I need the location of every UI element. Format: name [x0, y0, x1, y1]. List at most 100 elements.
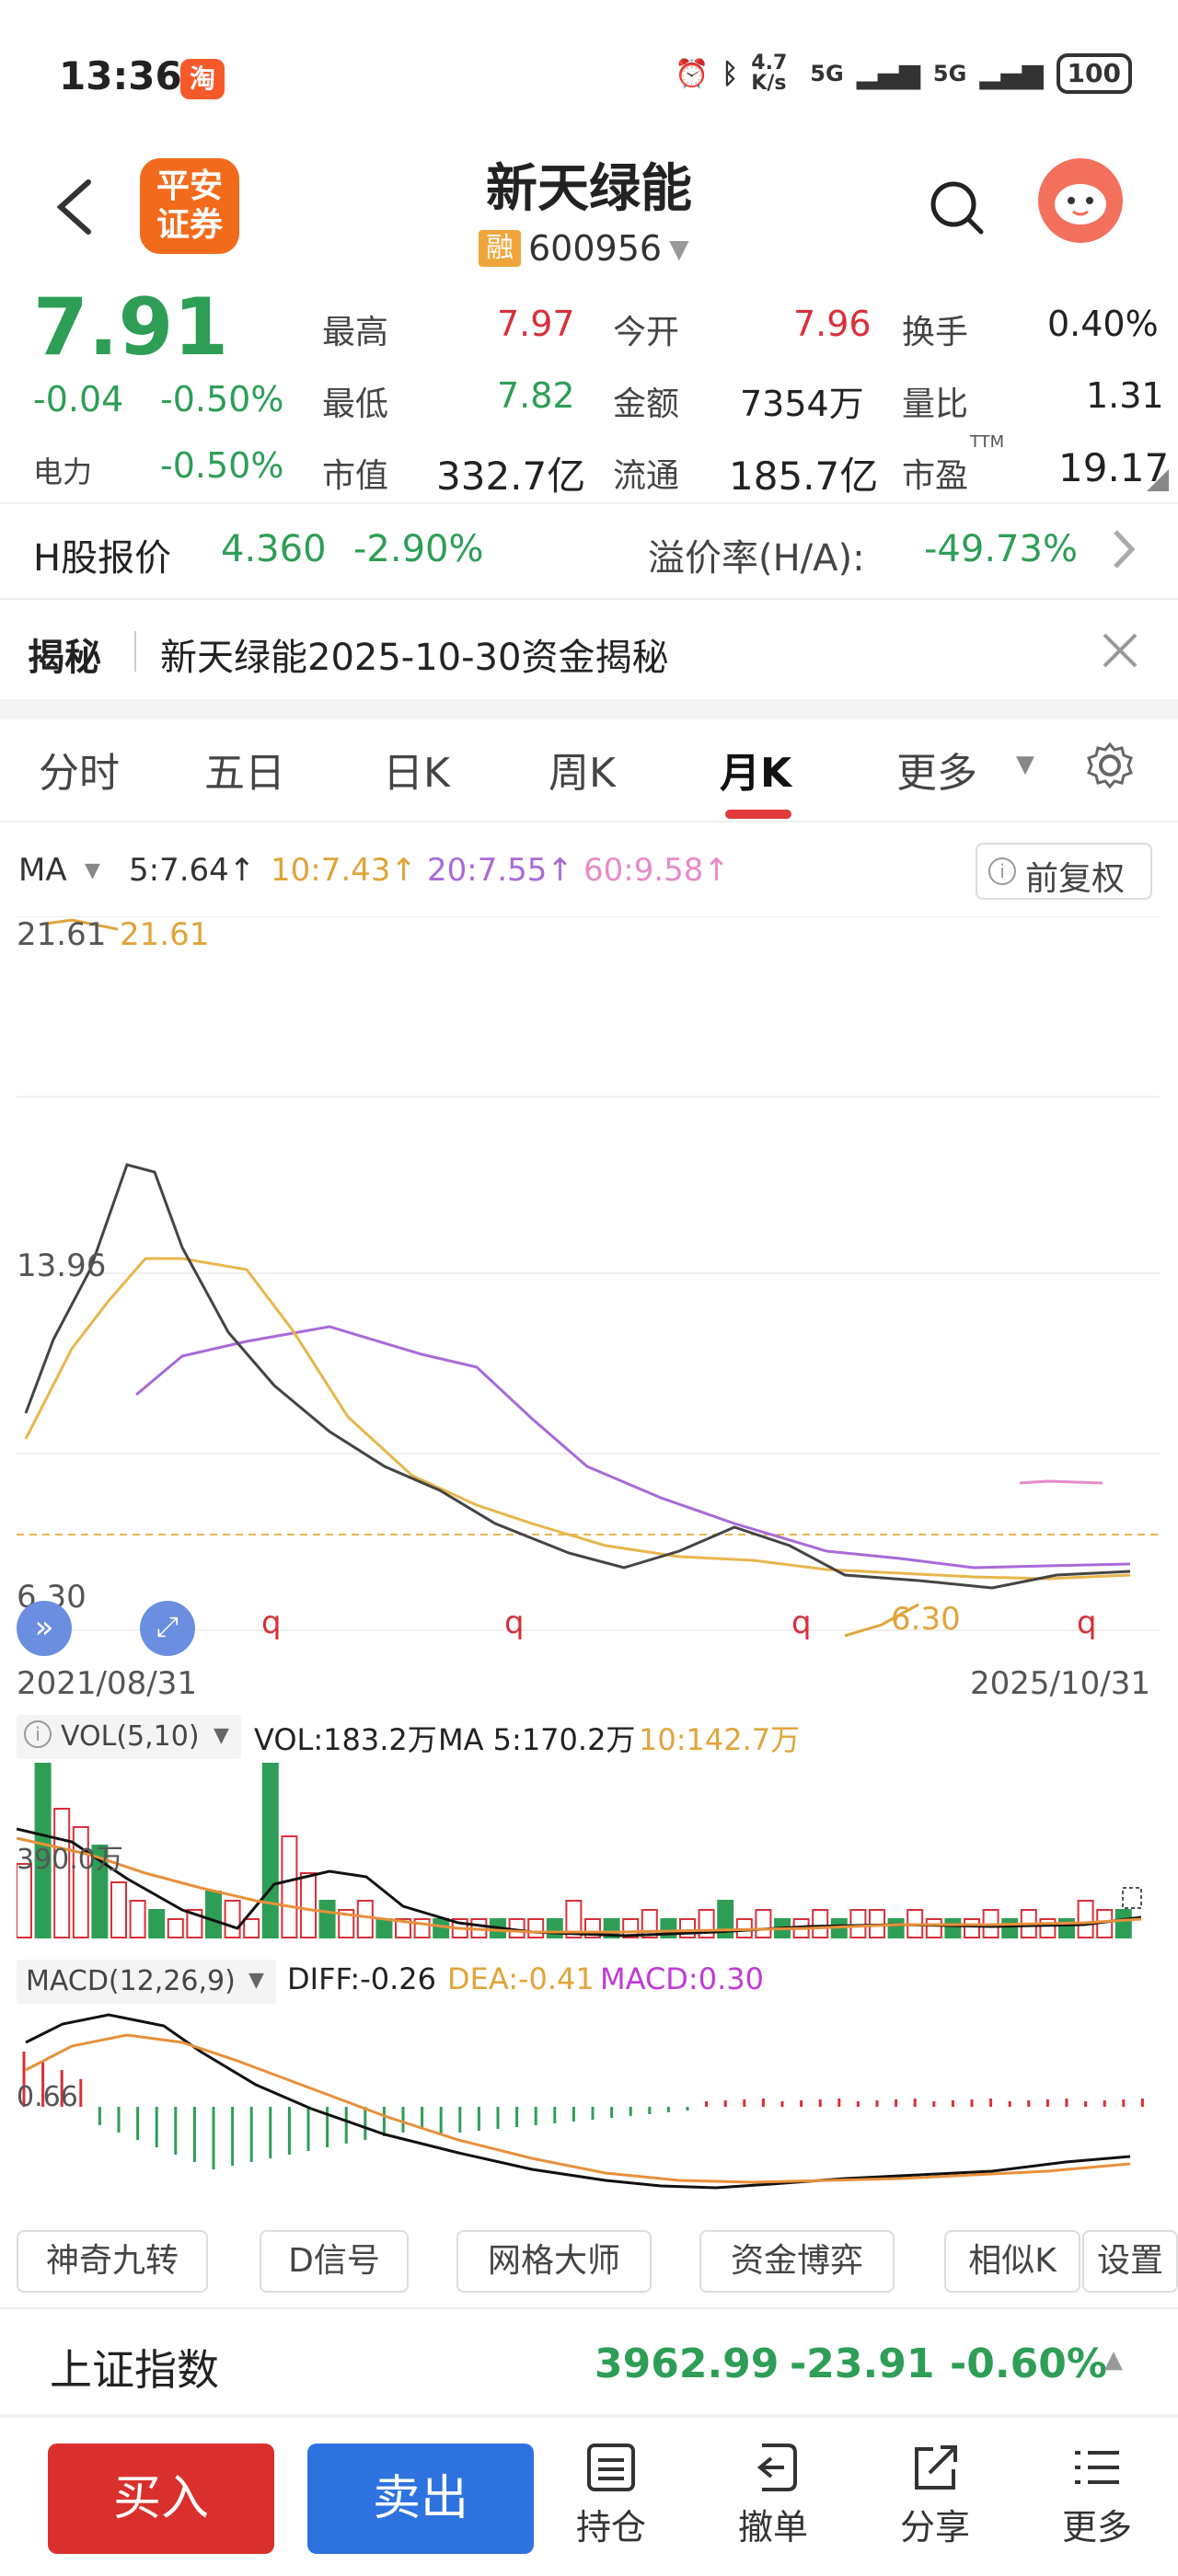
volume-bar — [224, 1900, 241, 1938]
volume-bar — [849, 1909, 867, 1938]
alarm-icon: ⏰ — [674, 57, 710, 90]
tab-more[interactable]: 更多 — [896, 740, 977, 799]
vol-ma10: 10:142.7万 — [639, 1722, 801, 1757]
tab-active-underline — [725, 810, 791, 819]
info-icon: i — [988, 857, 1016, 885]
caret-down-icon: ▼ — [85, 859, 100, 882]
vol-ratio-value: 1.31 — [1086, 375, 1164, 416]
volume-bar — [205, 1891, 222, 1938]
float-value: 185.7亿 — [729, 454, 879, 499]
chart-max-label: 21.61 — [17, 916, 107, 953]
tool-magic-nine[interactable]: 神奇九转 — [17, 2230, 208, 2293]
volume-bar — [318, 1900, 336, 1938]
tool-settings[interactable]: 设置 — [1082, 2230, 1178, 2293]
back-button[interactable] — [48, 175, 103, 239]
quarter-marker: q — [791, 1604, 812, 1641]
h-share-change: -2.90% — [353, 528, 484, 570]
more-button[interactable]: 更多 — [1042, 2442, 1152, 2549]
index-value: 3962.99 — [595, 2340, 780, 2387]
net-speed: 4.7 K/s — [751, 52, 788, 95]
volume-bar — [1039, 1918, 1057, 1938]
volume-chart[interactable] — [17, 1763, 1160, 1956]
volume-bar — [925, 1918, 942, 1938]
sell-button[interactable]: 卖出 — [307, 2444, 534, 2554]
buy-button[interactable]: 买入 — [48, 2444, 274, 2554]
caret-down-icon: ▼ — [669, 233, 689, 264]
vol-selector-label: VOL(5,10) — [61, 1720, 200, 1753]
position-button[interactable]: 持仓 — [556, 2442, 666, 2549]
ma10-value: 10:7.43↑ — [271, 852, 417, 889]
adjust-button[interactable]: i 前复权 — [976, 843, 1152, 900]
volume-bar — [755, 1909, 772, 1938]
fullscreen-button[interactable]: ⤢ — [140, 1601, 195, 1656]
h-share-label[interactable]: H股报价 — [33, 528, 171, 581]
more-label: 更多 — [1061, 2507, 1132, 2547]
amount-label: 金额 — [613, 385, 680, 423]
tab-monthly-k[interactable]: 月K — [720, 740, 791, 799]
quarter-marker: q — [1077, 1604, 1097, 1641]
caret-up-icon[interactable]: ▲ — [1104, 2346, 1123, 2374]
kline-chart[interactable] — [17, 916, 1160, 1652]
search-button[interactable] — [930, 180, 985, 236]
corner-expand-icon[interactable] — [1147, 469, 1169, 491]
tab-weekly-k[interactable]: 周K — [549, 740, 616, 799]
stock-code-row[interactable]: 融 600956 ▼ — [479, 228, 689, 269]
macd-selector[interactable]: MACD(12,26,9) ▼ — [17, 1960, 276, 2004]
sector-label[interactable]: 电力 — [33, 449, 92, 491]
tool-d-signal[interactable]: D信号 — [260, 2230, 409, 2293]
high-value: 7.97 — [497, 304, 575, 344]
vol-selector[interactable]: i VOL(5,10) ▼ — [17, 1715, 241, 1759]
chart-max-marker: 21.61 — [120, 916, 210, 953]
stock-name[interactable]: 新天绿能 — [405, 147, 773, 222]
ma5-value: 5:7.64↑ — [129, 852, 256, 889]
index-change: -23.91 — [790, 2340, 935, 2387]
ma60-value: 60:9.58↑ — [583, 852, 730, 889]
premium-label: 溢价率(H/A): — [648, 537, 865, 580]
close-icon[interactable] — [1101, 631, 1139, 670]
fullscreen-icon: ⤢ — [156, 1611, 179, 1643]
divider — [134, 631, 136, 672]
bluetooth-icon: ᛒ — [722, 57, 739, 90]
volume-bar — [964, 1918, 980, 1938]
pe-ttm: TTM — [970, 432, 1005, 452]
tool-grid-master[interactable]: 网格大师 — [456, 2230, 652, 2293]
amount-value: 7354万 — [740, 384, 864, 424]
volume-bar — [356, 1900, 374, 1938]
signal-5g-2: 5G — [932, 61, 967, 86]
h-share-price: 4.360 — [221, 528, 327, 570]
tool-fund-game[interactable]: 资金博弈 — [699, 2230, 895, 2293]
mktcap-label: 市值 — [322, 457, 389, 495]
volume-bar — [1114, 1909, 1132, 1938]
open-label: 今开 — [613, 314, 680, 351]
reveal-link[interactable]: 新天绿能2025-10-30资金揭秘 — [160, 627, 668, 681]
info-icon: i — [24, 1720, 52, 1748]
chart-mid-label: 13.96 — [17, 1248, 107, 1284]
tab-five-day[interactable]: 五日 — [204, 740, 285, 799]
expand-left-button[interactable]: » — [17, 1601, 72, 1656]
pe-label: 市盈 — [902, 457, 969, 495]
chevron-right-icon[interactable] — [1110, 526, 1138, 572]
divider — [0, 502, 1178, 504]
margin-badge: 融 — [479, 230, 521, 267]
settings-gear-icon[interactable] — [1086, 742, 1134, 789]
ma-selector[interactable]: MA — [18, 852, 67, 889]
vol-ratio-label: 量比 — [902, 385, 969, 423]
chart-end-date: 2025/10/31 — [970, 1665, 1150, 1702]
volume-bar — [433, 1918, 450, 1938]
tool-similar-k[interactable]: 相似K — [944, 2230, 1080, 2293]
index-name[interactable]: 上证指数 — [50, 2337, 219, 2398]
volume-bar — [110, 1881, 127, 1938]
turnover-value: 0.40% — [1047, 304, 1159, 344]
double-chevron-icon: » — [34, 1609, 54, 1646]
cancel-order-icon — [756, 2444, 797, 2491]
taobao-notification-icon: 淘 — [180, 59, 225, 99]
adjust-label: 前复权 — [1025, 860, 1126, 898]
tab-intraday[interactable]: 分时 — [39, 740, 120, 799]
share-button[interactable]: 分享 — [880, 2442, 990, 2549]
caret-down-icon: ▼ — [248, 1969, 264, 1992]
cancel-order-button[interactable]: 撤单 — [718, 2442, 828, 2549]
assistant-avatar[interactable] — [1038, 158, 1123, 243]
tab-daily-k[interactable]: 日K — [383, 740, 450, 799]
macd-chart[interactable] — [17, 2006, 1160, 2208]
low-label: 最低 — [322, 385, 389, 423]
